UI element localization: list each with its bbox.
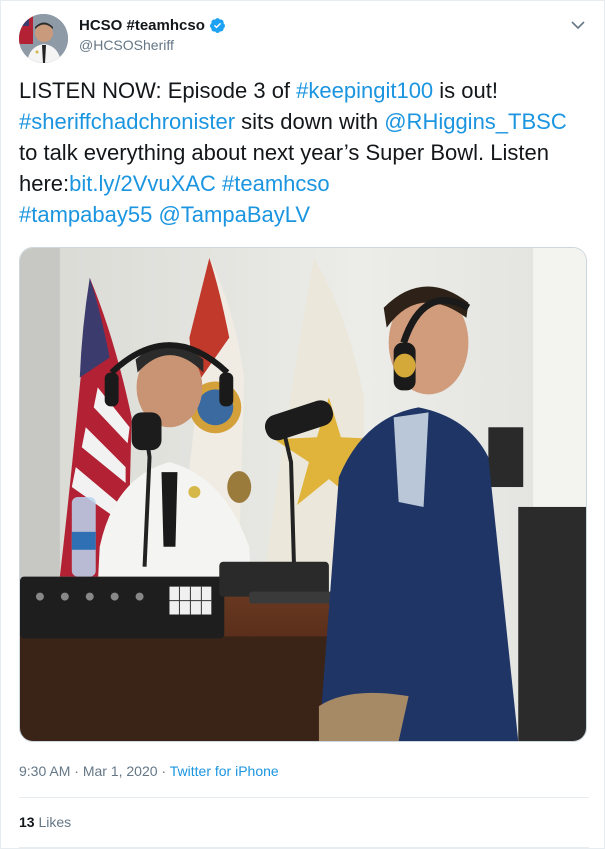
likes-label: Likes	[38, 814, 72, 830]
avatar[interactable]	[19, 14, 68, 63]
tweet-header: HCSO #teamhcso @HCSOSheriff	[19, 14, 589, 64]
mention-link[interactable]: @TampaBayLV	[158, 202, 310, 227]
verified-badge-icon	[209, 18, 225, 33]
likes-count: 13	[19, 814, 35, 830]
tweet-card: HCSO #teamhcso @HCSOSheriff LISTEN NOW: …	[0, 0, 605, 849]
meta-separator: ·	[157, 763, 170, 779]
divider	[19, 847, 589, 848]
tweet-text: LISTEN NOW: Episode 3 of #keepingit100 i…	[19, 75, 589, 230]
hashtag-link[interactable]: #sheriffchadchronister	[19, 109, 235, 134]
hashtag-link[interactable]: #keepingit100	[296, 78, 433, 103]
tweet-time[interactable]: 9:30 AM	[19, 763, 70, 779]
tweet-source[interactable]: Twitter for iPhone	[170, 763, 279, 779]
tweet-date[interactable]: Mar 1, 2020	[83, 763, 158, 779]
hashtag-link[interactable]: #teamhcso	[222, 171, 330, 196]
tweet-text-segment: LISTEN NOW: Episode 3 of	[19, 78, 297, 103]
chevron-down-icon[interactable]	[569, 16, 587, 34]
likes-stat[interactable]: 13 Likes	[19, 814, 71, 830]
author-display-name[interactable]: HCSO #teamhcso	[79, 17, 205, 34]
mention-link[interactable]: @RHiggins_TBSC	[384, 109, 567, 134]
tweet-text-segment: sits down with	[235, 109, 385, 134]
tweet-photo[interactable]	[19, 247, 587, 742]
meta-separator: ·	[70, 763, 83, 779]
tweet-meta: 9:30 AM · Mar 1, 2020 · Twitter for iPho…	[19, 763, 279, 779]
url-link[interactable]: bit.ly/2VvuXAC	[69, 171, 216, 196]
tweet-text-segment: is out!	[433, 78, 498, 103]
hashtag-link[interactable]: #tampabay55	[19, 202, 152, 227]
divider	[19, 797, 589, 798]
author-handle[interactable]: @HCSOSheriff	[79, 37, 226, 53]
author-names: HCSO #teamhcso @HCSOSheriff	[79, 17, 226, 53]
